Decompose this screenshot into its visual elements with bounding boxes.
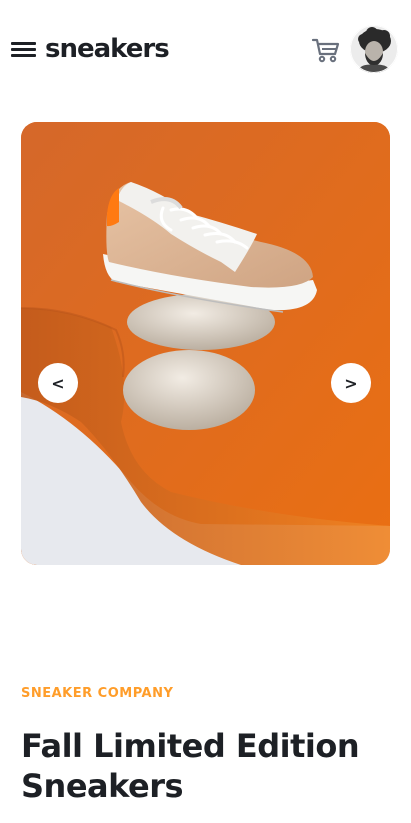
product-title: Fall Limited Edition Sneakers xyxy=(21,727,360,805)
product-image-gallery xyxy=(21,122,390,565)
next-image-button[interactable]: > xyxy=(331,363,371,403)
avatar[interactable] xyxy=(350,25,398,73)
site-header: sneakers xyxy=(0,0,411,100)
menu-icon[interactable] xyxy=(11,40,37,58)
logo[interactable]: sneakers xyxy=(45,32,170,66)
company-name: SNEAKER COMPANY xyxy=(21,686,174,701)
product-photo xyxy=(21,122,390,565)
cart-icon[interactable] xyxy=(311,36,341,64)
previous-image-button[interactable]: < xyxy=(38,363,78,403)
